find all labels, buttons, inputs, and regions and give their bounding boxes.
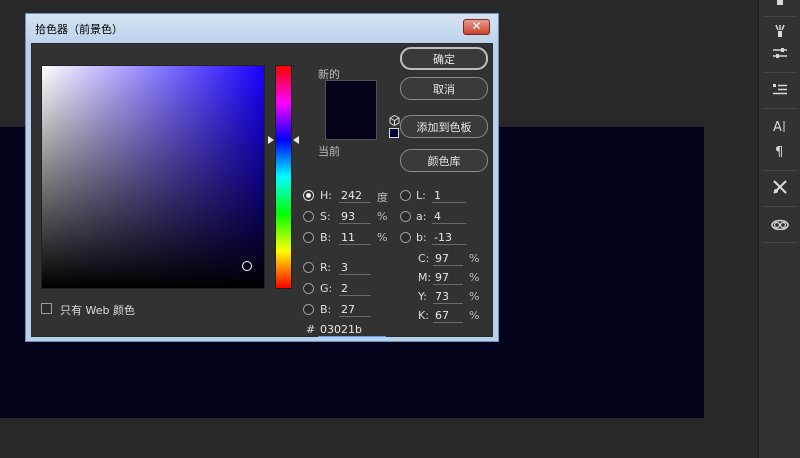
color-libraries-button[interactable]: 颜色库 — [400, 149, 488, 172]
hex-field[interactable]: 03021b — [318, 323, 386, 337]
blue-field[interactable]: 27 — [339, 303, 371, 317]
yellow-field[interactable]: 73 — [433, 290, 463, 304]
lab-b-label: b: — [416, 231, 427, 244]
paragraph-icon[interactable]: ¶ — [766, 140, 794, 162]
panel-divider — [763, 72, 797, 73]
new-color-swatch — [325, 80, 377, 140]
lab-a-field[interactable]: 4 — [432, 210, 466, 224]
green-label: G: — [320, 282, 333, 295]
hue-unit: 度 — [377, 191, 388, 204]
panel-divider — [763, 206, 797, 207]
saturation-field[interactable]: 93 — [339, 210, 371, 224]
radio-brightness[interactable] — [303, 232, 314, 243]
close-button[interactable]: ✕ — [463, 19, 490, 35]
magenta-unit: % — [469, 271, 480, 284]
magenta-label: M: — [418, 271, 432, 284]
dialog-body: 新的 当前 确定 取消 添加到色板 颜色库 H: 242 度 S: 93 % B… — [31, 43, 493, 337]
paragraph-style-icon[interactable] — [766, 78, 794, 100]
yellow-unit: % — [469, 290, 480, 303]
panel-divider — [763, 16, 797, 17]
panel-divider — [763, 108, 797, 109]
lab-b-field[interactable]: -13 — [432, 231, 466, 245]
red-field[interactable]: 3 — [339, 261, 371, 275]
hue-slider[interactable] — [275, 65, 292, 289]
web-colors-only-label: 只有 Web 颜色 — [60, 304, 135, 317]
black-label: K: — [418, 309, 429, 322]
svg-text:¶: ¶ — [775, 145, 783, 158]
magenta-field[interactable]: 97 — [433, 271, 463, 285]
saturation-unit: % — [377, 210, 388, 223]
hex-label: # — [306, 323, 316, 336]
lab-a-label: a: — [416, 210, 427, 223]
saturation-label: S: — [320, 210, 331, 223]
yellow-label: Y: — [418, 290, 427, 303]
color-picker-dialog: 拾色器（前景色） ✕ 新的 当前 确定 取消 添加到色板 颜色库 H: 242 … — [25, 13, 499, 342]
cc-libraries-icon[interactable] — [766, 213, 794, 235]
ok-button[interactable]: 确定 — [400, 47, 488, 70]
lab-l-label: L: — [416, 189, 426, 202]
red-label: R: — [320, 261, 332, 274]
radio-lab-b[interactable] — [400, 232, 411, 243]
color-field[interactable] — [41, 65, 265, 289]
cyan-label: C: — [418, 252, 430, 265]
radio-green[interactable] — [303, 283, 314, 294]
right-tool-panel: A ¶ — [758, 0, 800, 458]
black-field[interactable]: 67 — [433, 309, 463, 323]
brush-presets-icon[interactable] — [766, 20, 794, 42]
current-color-label: 当前 — [318, 145, 340, 158]
hue-slider-handle-right[interactable] — [293, 136, 299, 144]
radio-blue[interactable] — [303, 304, 314, 315]
brush-settings-icon[interactable] — [766, 0, 794, 14]
radio-hue[interactable] — [303, 190, 314, 201]
green-field[interactable]: 2 — [339, 282, 371, 296]
radio-lab-a[interactable] — [400, 211, 411, 222]
brightness-label: B: — [320, 231, 332, 244]
color-field-cursor[interactable] — [242, 261, 252, 271]
hue-slider-handle-left[interactable] — [268, 136, 274, 144]
cyan-unit: % — [469, 252, 480, 265]
brightness-field[interactable]: 11 — [339, 231, 371, 245]
dialog-titlebar[interactable]: 拾色器（前景色） ✕ — [26, 14, 498, 42]
panel-divider — [763, 242, 797, 243]
hue-field[interactable]: 242 — [339, 189, 371, 203]
blue-label: B: — [320, 303, 332, 316]
cyan-field[interactable]: 97 — [433, 252, 463, 266]
dialog-title: 拾色器（前景色） — [35, 23, 123, 36]
lab-l-field[interactable]: 1 — [432, 189, 466, 203]
web-colors-only-checkbox[interactable] — [41, 303, 52, 314]
brightness-unit: % — [377, 231, 388, 244]
cancel-button[interactable]: 取消 — [400, 77, 488, 100]
character-icon[interactable]: A — [766, 115, 794, 137]
web-safe-cube-icon[interactable] — [389, 114, 400, 127]
radio-red[interactable] — [303, 262, 314, 273]
radio-saturation[interactable] — [303, 211, 314, 222]
add-to-swatches-button[interactable]: 添加到色板 — [400, 115, 488, 138]
tools-icon[interactable] — [766, 176, 794, 198]
hue-label: H: — [320, 189, 332, 202]
panel-divider — [763, 170, 797, 171]
svg-text:A: A — [773, 120, 782, 133]
web-safe-color-swatch[interactable] — [389, 128, 399, 138]
radio-lightness[interactable] — [400, 190, 411, 201]
adjust-icon[interactable] — [766, 42, 794, 64]
black-unit: % — [469, 309, 480, 322]
